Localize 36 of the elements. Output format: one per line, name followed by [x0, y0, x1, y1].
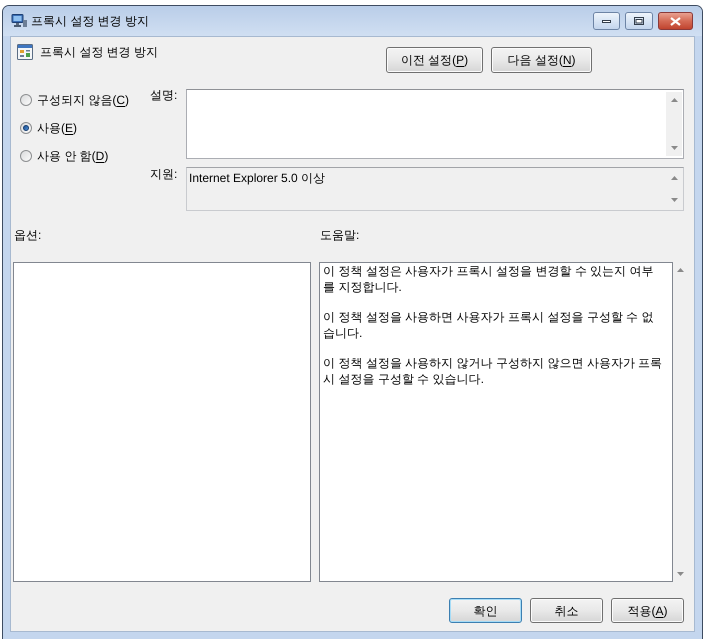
window-form-icon	[17, 44, 33, 60]
dialog-button[interactable]: 적용(A)	[611, 598, 684, 623]
dialog-button[interactable]: 확인	[449, 598, 522, 623]
scroll-up-icon[interactable]	[670, 176, 678, 180]
radio-button[interactable]	[20, 122, 32, 134]
help-label: 도움말:	[320, 228, 360, 242]
close-icon	[670, 16, 681, 26]
supported-label: 지원:	[150, 167, 178, 181]
dialog-button[interactable]: 다음 설정(N)	[491, 47, 592, 73]
help-paragraph: 이 정책 설정은 사용자가 프록시 설정을 변경할 수 있는지 여부를 지정합니다.	[323, 264, 655, 295]
comment-field[interactable]	[186, 89, 684, 159]
minimize-icon	[602, 20, 611, 22]
supported-text: Internet Explorer 5.0 이상	[189, 171, 326, 187]
policy-title: 프록시 설정 변경 방지	[40, 45, 158, 59]
scroll-up-icon[interactable]	[670, 98, 678, 102]
comment-label: 설명:	[150, 88, 178, 102]
maximize-icon	[634, 17, 644, 25]
scroll-down-icon[interactable]	[670, 198, 678, 202]
radio-label[interactable]: 구성되지 않음(C)	[37, 93, 130, 107]
minimize-button[interactable]	[593, 12, 620, 30]
radio-button[interactable]	[20, 94, 32, 106]
scroll-up-icon[interactable]	[677, 268, 684, 272]
computer-icon	[11, 14, 27, 28]
scroll-down-icon[interactable]	[677, 572, 684, 576]
help-paragraph: 이 정책 설정을 사용하면 사용자가 프록시 설정을 구성할 수 없습니다.	[323, 310, 655, 341]
radio-button[interactable]	[20, 150, 32, 162]
maximize-button[interactable]	[625, 12, 653, 30]
dialog-button[interactable]: 취소	[530, 598, 603, 623]
options-label: 옵션:	[14, 228, 42, 242]
radio-label[interactable]: 사용 안 함(D)	[37, 149, 108, 163]
window-title: 프록시 설정 변경 방지	[31, 14, 150, 28]
dialog-button[interactable]: 이전 설정(P)	[386, 47, 483, 73]
scroll-down-icon[interactable]	[670, 146, 678, 150]
close-button[interactable]	[658, 12, 693, 30]
help-paragraph: 이 정책 설정을 사용하지 않거나 구성하지 않으면 사용자가 프록시 설정을 구성할 수 있습니다.	[323, 356, 664, 387]
radio-label[interactable]: 사용(E)	[37, 121, 78, 135]
